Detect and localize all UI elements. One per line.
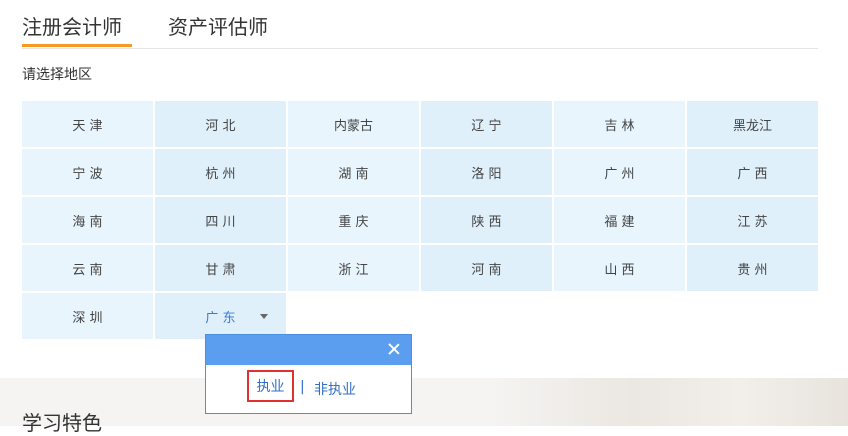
section-title: 学习特色 xyxy=(22,411,102,435)
region-cell[interactable]: 贵 州 xyxy=(687,245,818,291)
region-cell[interactable]: 洛 阳 xyxy=(421,149,552,195)
region-cell[interactable]: 山 西 xyxy=(554,245,685,291)
region-cell[interactable]: 深 圳 xyxy=(22,293,153,339)
region-cell[interactable]: 广 西 xyxy=(687,149,818,195)
region-cell[interactable]: 河 南 xyxy=(421,245,552,291)
tab-bar: 注册会计师 资产评估师 xyxy=(22,0,818,49)
tab-asset-appraiser[interactable]: 资产评估师 xyxy=(168,14,268,40)
region-cell[interactable]: 湖 南 xyxy=(288,149,419,195)
region-cell[interactable]: 河 北 xyxy=(155,101,286,147)
selected-region-label: 广 东 xyxy=(205,310,236,326)
region-cell[interactable]: 云 南 xyxy=(22,245,153,291)
region-cell[interactable]: 内蒙古 xyxy=(288,101,419,147)
region-cell[interactable]: 吉 林 xyxy=(554,101,685,147)
caret-down-icon xyxy=(260,314,268,319)
option-separator: | xyxy=(300,379,305,395)
popup-header xyxy=(206,335,411,365)
option-practicing-label: 执业 xyxy=(256,379,285,395)
option-practicing[interactable]: 执业 xyxy=(247,370,294,402)
practice-type-popup: 执业 | 非执业 xyxy=(205,334,412,414)
region-cell[interactable]: 江 苏 xyxy=(687,197,818,243)
region-cell[interactable]: 广 州 xyxy=(554,149,685,195)
region-prompt: 请选择地区 xyxy=(22,67,92,83)
close-icon[interactable] xyxy=(385,340,403,358)
region-cell[interactable]: 辽 宁 xyxy=(421,101,552,147)
region-cell[interactable]: 甘 肃 xyxy=(155,245,286,291)
region-cell[interactable]: 重 庆 xyxy=(288,197,419,243)
active-tab-indicator xyxy=(22,44,132,47)
region-cell[interactable]: 黑龙江 xyxy=(687,101,818,147)
region-cell[interactable]: 陕 西 xyxy=(421,197,552,243)
region-cell[interactable]: 杭 州 xyxy=(155,149,286,195)
region-cell-selected[interactable]: 广 东 xyxy=(155,293,286,339)
region-cell[interactable]: 天 津 xyxy=(22,101,153,147)
region-cell[interactable]: 宁 波 xyxy=(22,149,153,195)
option-non-practicing[interactable]: 非执业 xyxy=(314,379,356,399)
region-cell[interactable]: 浙 江 xyxy=(288,245,419,291)
region-cell[interactable]: 四 川 xyxy=(155,197,286,243)
section-background xyxy=(0,378,848,426)
region-cell[interactable]: 海 南 xyxy=(22,197,153,243)
tab-cpa[interactable]: 注册会计师 xyxy=(22,14,122,40)
region-cell[interactable]: 福 建 xyxy=(554,197,685,243)
